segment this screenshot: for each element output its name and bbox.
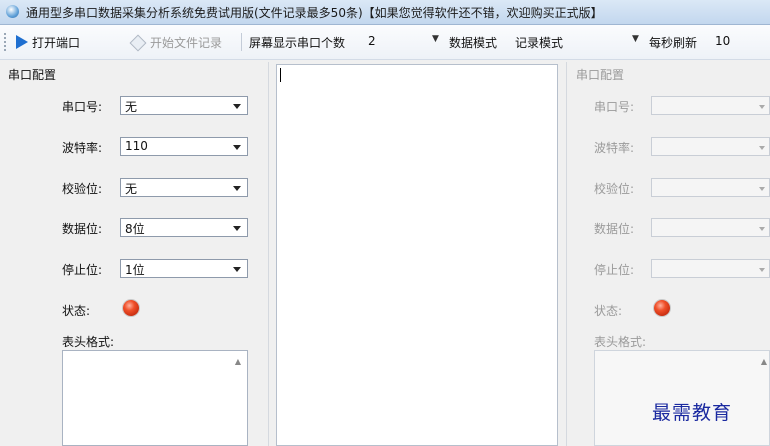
open-port-button[interactable]: 打开端口: [32, 34, 80, 51]
databits-label: 数据位:: [594, 222, 635, 236]
refresh-rate-input[interactable]: 10: [715, 34, 730, 48]
screen-ports-label: 屏幕显示串口个数: [249, 36, 346, 50]
data-mode-select[interactable]: 记录模式: [515, 34, 563, 51]
play-icon[interactable]: [16, 35, 28, 49]
panel-title: 串口配置: [8, 68, 57, 82]
port-select[interactable]: 无: [120, 96, 248, 115]
title-bar: 通用型多串口数据采集分析系统免费试用版(文件记录最多50条)【如果您觉得软件还不…: [0, 0, 770, 25]
stopbits-value: 1位: [125, 263, 145, 277]
status-label: 状态:: [594, 304, 623, 318]
record-icon[interactable]: [130, 35, 144, 49]
window-title: 通用型多串口数据采集分析系统免费试用版(文件记录最多50条)【如果您觉得软件还不…: [26, 6, 603, 20]
chevron-down-icon: [759, 105, 765, 109]
header-format-textarea[interactable]: ▲: [62, 350, 248, 446]
stopbits-select[interactable]: 1位: [120, 259, 248, 278]
parity-select[interactable]: [651, 178, 770, 197]
start-record-button[interactable]: 开始文件记录: [150, 34, 222, 51]
scroll-up-icon[interactable]: ▲: [235, 357, 241, 366]
scroll-up-icon[interactable]: ▲: [761, 357, 767, 366]
red-led-icon: [654, 300, 670, 316]
baud-select[interactable]: [651, 137, 770, 156]
toolbar-grip: [4, 33, 8, 51]
port-value: 无: [125, 100, 138, 114]
app-window: 通用型多串口数据采集分析系统免费试用版(文件记录最多50条)【如果您觉得软件还不…: [0, 0, 770, 446]
parity-label: 校验位:: [594, 182, 635, 196]
chevron-down-icon[interactable]: ▼: [432, 34, 439, 44]
header-format-label: 表头格式:: [594, 335, 647, 349]
chevron-down-icon: [759, 146, 765, 150]
parity-value: 无: [125, 182, 138, 196]
databits-label: 数据位:: [62, 222, 103, 236]
red-led-icon: [123, 300, 139, 316]
data-display-area[interactable]: [276, 64, 558, 446]
watermark: 最需教育: [652, 402, 733, 424]
stopbits-label: 停止位:: [594, 263, 635, 277]
toolbar-separator: [241, 33, 242, 51]
toolbar: 打开端口 开始文件记录 屏幕显示串口个数 2 ▼ 数据模式 记录模式 ▼ 每秒刷…: [0, 25, 770, 60]
stopbits-label: 停止位:: [62, 263, 103, 277]
databits-value: 8位: [125, 222, 145, 236]
baud-value: 110: [125, 139, 148, 153]
chevron-down-icon[interactable]: ▼: [632, 34, 639, 44]
chevron-down-icon: [233, 145, 241, 150]
chevron-down-icon: [233, 267, 241, 272]
stopbits-select[interactable]: [651, 259, 770, 278]
parity-label: 校验位:: [62, 182, 103, 196]
databits-select[interactable]: [651, 218, 770, 237]
refresh-rate-label: 每秒刷新: [649, 36, 698, 50]
chevron-down-icon: [233, 104, 241, 109]
text-cursor: [280, 68, 281, 82]
baud-select[interactable]: 110: [120, 137, 248, 156]
chevron-down-icon: [759, 227, 765, 231]
baud-label: 波特率:: [62, 141, 103, 155]
data-mode-label: 数据模式: [449, 36, 498, 50]
port-label: 串口号:: [594, 100, 635, 114]
chevron-down-icon: [759, 268, 765, 272]
baud-label: 波特率:: [594, 141, 635, 155]
panel-divider: [268, 62, 269, 446]
header-format-label: 表头格式:: [62, 335, 115, 349]
port-label: 串口号:: [62, 100, 103, 114]
parity-select[interactable]: 无: [120, 178, 248, 197]
screen-ports-select[interactable]: 2: [368, 34, 376, 48]
chevron-down-icon: [233, 186, 241, 191]
panel-divider: [566, 62, 567, 446]
panel-title: 串口配置: [576, 68, 625, 82]
app-icon: [6, 5, 19, 18]
databits-select[interactable]: 8位: [120, 218, 248, 237]
chevron-down-icon: [233, 226, 241, 231]
chevron-down-icon: [759, 187, 765, 191]
port-select[interactable]: [651, 96, 770, 115]
status-label: 状态:: [62, 304, 91, 318]
